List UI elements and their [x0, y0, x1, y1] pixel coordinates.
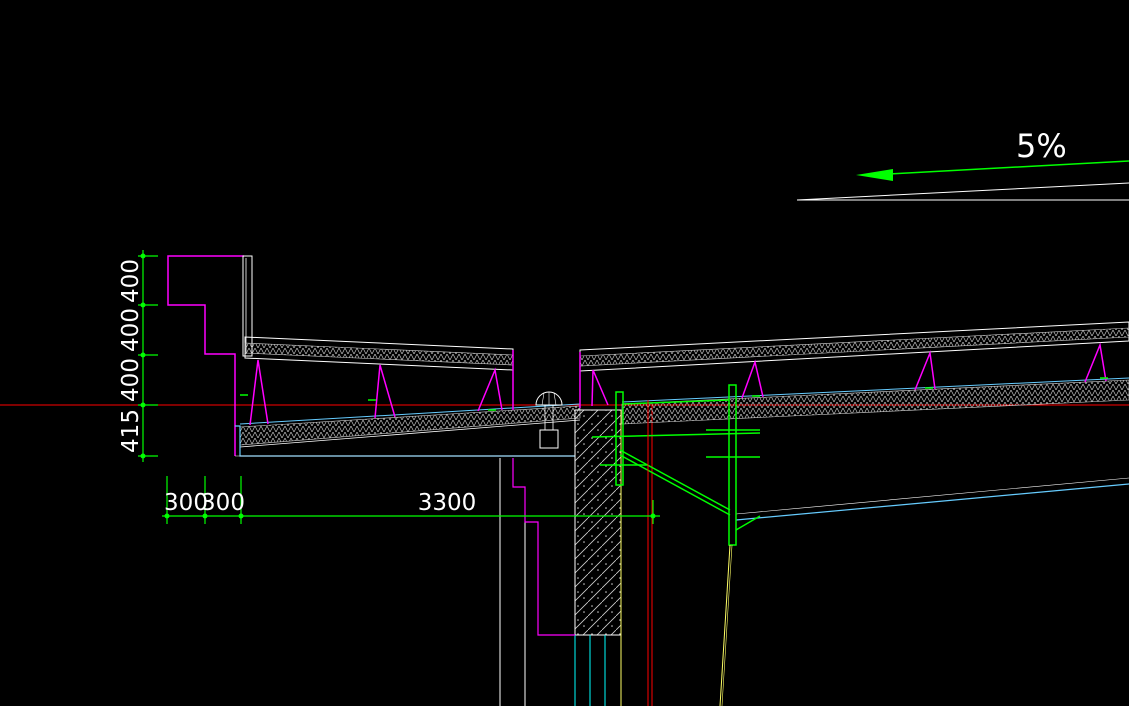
cad-drawing-canvas[interactable]: 5% 400 400 400 415 300 300 3300: [0, 0, 1129, 706]
slope-label: 5%: [1016, 127, 1067, 165]
dim-tick-icon: [140, 402, 146, 408]
vertical-dim-label: 415: [118, 409, 144, 453]
horizontal-dim-label: 300: [201, 490, 245, 516]
vertical-dim-label: 400: [118, 358, 144, 402]
vertical-dim-label: 400: [118, 259, 144, 303]
dim-tick-icon: [140, 352, 146, 358]
horizontal-dim-label: 3300: [418, 490, 477, 516]
dim-tick-icon: [140, 453, 146, 459]
dim-tick-icon: [140, 253, 146, 259]
vertical-dim-label: 400: [118, 308, 144, 352]
dim-tick-icon: [650, 513, 656, 519]
drawing-background: [0, 0, 1129, 706]
